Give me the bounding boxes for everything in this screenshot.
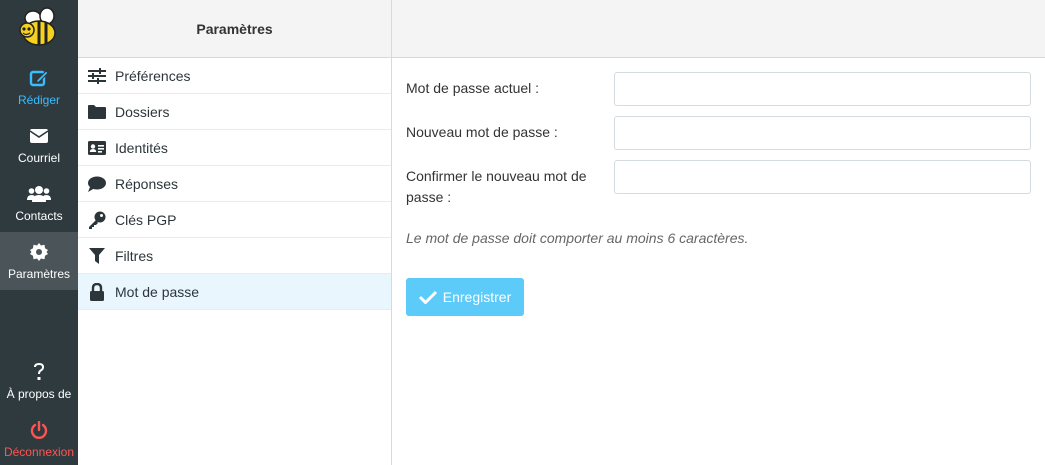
nav-logout-label: Déconnexion bbox=[3, 445, 75, 459]
confirm-password-row: Confirmer le nouveau mot de passe : bbox=[406, 160, 1031, 222]
settings-item-label: Clés PGP bbox=[115, 211, 177, 228]
nav-mail[interactable]: Courriel bbox=[0, 116, 78, 174]
lock-icon bbox=[88, 282, 106, 301]
power-icon bbox=[30, 419, 48, 441]
nav-about-label: À propos de bbox=[6, 387, 72, 401]
settings-item-filters[interactable]: Filtres bbox=[78, 238, 391, 274]
settings-item-label: Dossiers bbox=[115, 103, 170, 120]
current-password-label: Mot de passe actuel : bbox=[406, 80, 540, 96]
envelope-icon bbox=[29, 125, 49, 147]
check-icon bbox=[418, 290, 437, 304]
nav-contacts-label: Contacts bbox=[15, 209, 63, 223]
comment-icon bbox=[88, 175, 106, 193]
nav-contacts[interactable]: Contacts bbox=[0, 174, 78, 232]
settings-item-label: Préférences bbox=[115, 67, 191, 84]
settings-item-label: Filtres bbox=[115, 247, 154, 264]
new-password-input[interactable] bbox=[614, 116, 1031, 150]
sliders-icon bbox=[88, 67, 106, 85]
content-header bbox=[392, 0, 1045, 58]
users-icon bbox=[27, 183, 51, 205]
nav-settings-label: Paramètres bbox=[7, 267, 71, 281]
settings-item-pgp-keys[interactable]: Clés PGP bbox=[78, 202, 391, 238]
settings-item-label: Réponses bbox=[115, 175, 179, 192]
new-password-row: Nouveau mot de passe : bbox=[406, 116, 1031, 160]
settings-item-identities[interactable]: Identités bbox=[78, 130, 391, 166]
nav-compose-label: Rédiger bbox=[17, 93, 61, 107]
filter-icon bbox=[88, 247, 106, 265]
nav-settings[interactable]: Paramètres bbox=[0, 232, 78, 290]
nav-logout[interactable]: Déconnexion bbox=[0, 410, 78, 465]
settings-item-responses[interactable]: Réponses bbox=[78, 166, 391, 202]
confirm-password-label: Confirmer le nouveau mot de passe : bbox=[406, 168, 587, 205]
settings-item-password[interactable]: Mot de passe bbox=[78, 274, 391, 310]
folder-icon bbox=[88, 103, 106, 121]
save-button[interactable]: Enregistrer bbox=[406, 278, 524, 316]
new-password-label: Nouveau mot de passe : bbox=[406, 124, 558, 140]
password-form: Mot de passe actuel : Nouveau mot de pas… bbox=[406, 72, 1031, 222]
nav-compose[interactable]: Rédiger bbox=[0, 58, 78, 116]
save-button-label: Enregistrer bbox=[442, 289, 512, 305]
settings-item-folders[interactable]: Dossiers bbox=[78, 94, 391, 130]
nav-about[interactable]: À propos de bbox=[0, 352, 78, 410]
gear-icon bbox=[30, 241, 48, 263]
password-hint: Le mot de passe doit comporter au moins … bbox=[406, 230, 749, 246]
settings-title: Paramètres bbox=[78, 0, 391, 58]
id-card-icon bbox=[88, 139, 106, 157]
settings-item-label: Mot de passe bbox=[115, 283, 200, 300]
nav-mail-label: Courriel bbox=[17, 151, 60, 165]
compose-icon bbox=[29, 67, 49, 89]
settings-item-label: Identités bbox=[115, 139, 168, 156]
settings-list: Paramètres Préférences Dossiers Identité… bbox=[78, 0, 392, 465]
main-navigation: Rédiger Courriel Contacts Paramètres À p… bbox=[0, 0, 78, 465]
key-icon bbox=[88, 211, 106, 229]
current-password-row: Mot de passe actuel : bbox=[406, 72, 1031, 116]
password-settings-panel: Mot de passe actuel : Nouveau mot de pas… bbox=[392, 0, 1045, 465]
current-password-input[interactable] bbox=[614, 72, 1031, 106]
question-icon bbox=[32, 361, 46, 383]
confirm-password-input[interactable] bbox=[614, 160, 1031, 194]
app-logo bbox=[0, 0, 78, 58]
settings-item-preferences[interactable]: Préférences bbox=[78, 58, 391, 94]
